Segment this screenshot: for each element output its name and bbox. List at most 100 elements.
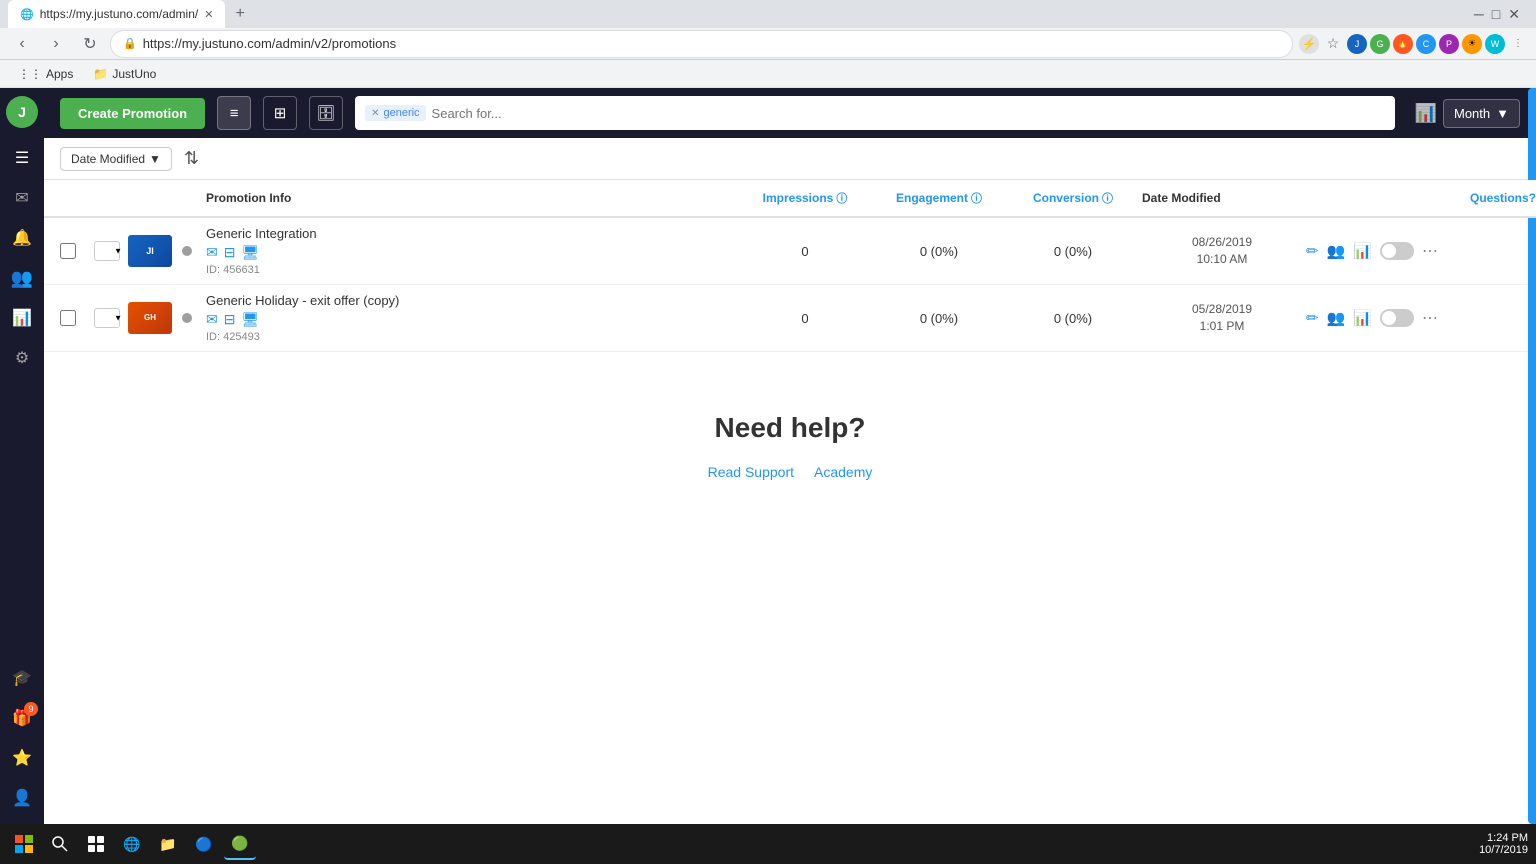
- ext7[interactable]: W: [1485, 34, 1505, 54]
- email-icon[interactable]: ✉: [206, 244, 218, 261]
- browser-tab[interactable]: 🌐 https://my.justuno.com/admin/ ✕: [8, 0, 225, 28]
- ext4[interactable]: C: [1416, 34, 1436, 54]
- conversion-info-icon[interactable]: ⓘ: [1102, 190, 1113, 206]
- sidebar-item-analytics[interactable]: 📊: [4, 300, 40, 336]
- month-dropdown[interactable]: Month ▼: [1443, 99, 1520, 128]
- sidebar-item-contacts[interactable]: 👥: [4, 260, 40, 296]
- bell-icon: 🔔: [12, 228, 32, 248]
- sidebar-item-menu[interactable]: ☰: [4, 140, 40, 176]
- sidebar-item-academy[interactable]: 🎓: [4, 660, 40, 696]
- sidebar-item-profile[interactable]: 👤: [4, 780, 40, 816]
- grid-view-btn[interactable]: ⊞: [263, 96, 297, 130]
- search-tag[interactable]: ✕ generic: [365, 105, 425, 121]
- extensions-icon[interactable]: ⚡: [1299, 34, 1319, 54]
- ext3[interactable]: 🔥: [1393, 34, 1413, 54]
- row-status-select-1[interactable]: [94, 241, 120, 261]
- engagement-info-icon[interactable]: ⓘ: [971, 190, 982, 206]
- dropdown-arrow: ▼: [1496, 106, 1509, 121]
- row-checkbox-2[interactable]: [60, 310, 76, 326]
- sidebar-item-notifications[interactable]: 🔔: [4, 220, 40, 256]
- main-content: Create Promotion ≡ ⊞ 🗄 ✕ generic 📊 Mo: [44, 88, 1536, 824]
- conversion-1: 0 (0%): [1008, 244, 1138, 259]
- bookmark-justuno[interactable]: 📁 JustUno: [87, 65, 162, 83]
- browser-titlebar: 🌐 https://my.justuno.com/admin/ ✕ + ─ □ …: [0, 0, 1536, 28]
- messages-icon: ✉: [15, 188, 28, 208]
- address-bar[interactable]: 🔒 https://my.justuno.com/admin/v2/promot…: [110, 30, 1293, 58]
- start-btn[interactable]: [8, 828, 40, 860]
- more-btn-2[interactable]: ⋯: [1422, 308, 1438, 328]
- bookmark-icon[interactable]: ☆: [1323, 34, 1343, 54]
- header-questions[interactable]: Questions?: [1470, 191, 1520, 205]
- create-promotion-btn[interactable]: Create Promotion: [60, 98, 205, 129]
- lock-icon: 🔒: [123, 37, 137, 50]
- promotion-icons-2: ✉ ⊟ 🖥: [206, 311, 736, 328]
- chart-icon-2[interactable]: 📊: [1353, 309, 1372, 327]
- audience-icon-1[interactable]: 👥: [1327, 242, 1346, 260]
- sidebar-item-settings[interactable]: ⚙: [4, 340, 40, 376]
- tab-close-btn[interactable]: ✕: [204, 8, 213, 21]
- ext6[interactable]: ☀: [1462, 34, 1482, 54]
- bookmarks-bar: ⋮⋮ Apps 📁 JustUno: [0, 60, 1536, 88]
- refresh-btn[interactable]: ↻: [76, 30, 104, 58]
- academy-link[interactable]: Academy: [814, 464, 872, 480]
- search-tag-close-icon[interactable]: ✕: [371, 108, 379, 119]
- mobile-icon-2[interactable]: ⊟: [224, 311, 236, 328]
- contacts-icon: 👥: [11, 268, 33, 289]
- forward-btn[interactable]: ›: [42, 30, 70, 58]
- sort-btn[interactable]: ⇅: [184, 148, 199, 169]
- list-view-btn[interactable]: ≡: [217, 96, 251, 130]
- toggle-2[interactable]: [1380, 309, 1414, 327]
- taskbar-edge2[interactable]: 🔵: [188, 828, 220, 860]
- toggle-1[interactable]: [1380, 242, 1414, 260]
- desktop-icon-2[interactable]: 🖥: [241, 311, 259, 328]
- engagement-1: 0 (0%): [874, 244, 1004, 259]
- sidebar-logo[interactable]: J: [6, 96, 38, 128]
- mobile-icon[interactable]: ⊟: [224, 244, 236, 261]
- edit-icon-1[interactable]: ✏: [1306, 242, 1319, 260]
- sidebar-item-gifts[interactable]: 🎁 9: [4, 700, 40, 736]
- row-status-select-2[interactable]: [94, 308, 120, 328]
- archive-view-btn[interactable]: 🗄: [309, 96, 343, 130]
- minimize-btn[interactable]: ─: [1474, 6, 1484, 23]
- top-toolbar: Create Promotion ≡ ⊞ 🗄 ✕ generic 📊 Mo: [44, 88, 1536, 138]
- taskbar-edge[interactable]: 🌐: [116, 828, 148, 860]
- impressions-info-icon[interactable]: ⓘ: [836, 190, 847, 206]
- taskbar-chrome[interactable]: 🟢: [224, 828, 256, 860]
- taskbar-files[interactable]: 📁: [152, 828, 184, 860]
- ext5[interactable]: P: [1439, 34, 1459, 54]
- conversion-2: 0 (0%): [1008, 311, 1138, 326]
- desktop-icon[interactable]: 🖥: [241, 244, 259, 261]
- close-btn[interactable]: ✕: [1508, 6, 1520, 23]
- read-support-link[interactable]: Read Support: [708, 464, 794, 480]
- audience-icon-2[interactable]: 👥: [1327, 309, 1346, 327]
- action-icons-2: ✏ 👥 📊 ⋯: [1306, 308, 1466, 328]
- date-filter-dropdown[interactable]: Date Modified ▼: [60, 147, 172, 171]
- browser-chrome: 🌐 https://my.justuno.com/admin/ ✕ + ─ □ …: [0, 0, 1536, 60]
- sidebar-item-favorites[interactable]: ⭐: [4, 740, 40, 776]
- app-container: J ☰ ✉ 🔔 👥 📊 ⚙ 🎓 🎁 9 ⭐: [0, 88, 1536, 824]
- bookmark-apps[interactable]: ⋮⋮ Apps: [12, 65, 79, 83]
- row-status-dot-2: [182, 313, 192, 323]
- header-engagement: Engagement ⓘ: [874, 190, 1004, 206]
- chart-icon-1[interactable]: 📊: [1353, 242, 1372, 260]
- table-container: Promotion Info Impressions ⓘ Engagement …: [44, 180, 1536, 824]
- email-icon-2[interactable]: ✉: [206, 311, 218, 328]
- taskbar-task-view[interactable]: [80, 828, 112, 860]
- star-icon: ⭐: [12, 748, 32, 768]
- new-tab-btn[interactable]: +: [229, 3, 250, 25]
- ext2[interactable]: G: [1370, 34, 1390, 54]
- taskbar: 🌐 📁 🔵 🟢 1:24 PM 10/7/2019: [0, 824, 1536, 864]
- row-checkbox-1[interactable]: [60, 243, 76, 259]
- back-btn[interactable]: ‹: [8, 30, 36, 58]
- taskbar-search[interactable]: [44, 828, 76, 860]
- menu-dots[interactable]: ⋮: [1508, 34, 1528, 54]
- ext1[interactable]: J: [1347, 34, 1367, 54]
- edit-icon-2[interactable]: ✏: [1306, 309, 1319, 327]
- sort-icon: ⇅: [184, 148, 199, 169]
- search-input[interactable]: [432, 106, 1385, 121]
- sidebar-item-messages[interactable]: ✉: [4, 180, 40, 216]
- stats-icon[interactable]: 📊: [1415, 103, 1437, 124]
- maximize-btn[interactable]: □: [1492, 6, 1500, 23]
- more-btn-1[interactable]: ⋯: [1422, 241, 1438, 261]
- url-display: https://my.justuno.com/admin/v2/promotio…: [143, 36, 396, 51]
